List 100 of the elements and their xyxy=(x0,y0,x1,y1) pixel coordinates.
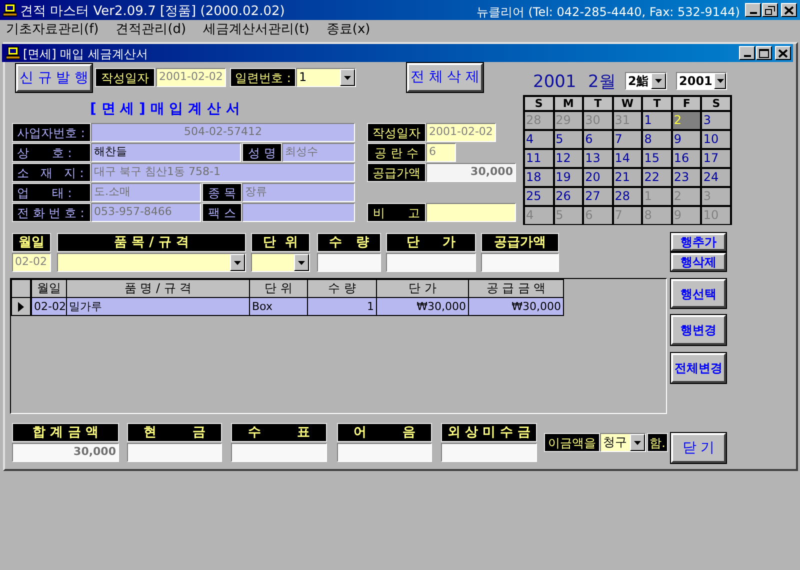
calendar-day[interactable]: 19 xyxy=(554,169,582,186)
month-select[interactable]: 2鮨 xyxy=(625,72,667,90)
calendar-day[interactable]: 4 xyxy=(525,131,553,148)
input-field[interactable] xyxy=(337,443,432,462)
close-icon xyxy=(784,6,794,14)
serial-number-select[interactable]: 1 xyxy=(296,68,356,87)
weekday-header: T xyxy=(643,97,671,110)
field-label: 이금액을 xyxy=(544,433,600,452)
item-select[interactable] xyxy=(57,253,246,272)
menu-item[interactable]: 견적관리(d) xyxy=(116,20,186,40)
row-action-button[interactable]: 행삭제 xyxy=(671,253,726,271)
restore-button[interactable] xyxy=(762,3,778,17)
table-cell: 02-02 xyxy=(31,297,67,316)
field-label: 작성일자 xyxy=(367,123,426,142)
input-field[interactable]: 해찬들 xyxy=(91,143,241,162)
menu-item[interactable]: 종료(x) xyxy=(326,20,370,40)
calendar-day[interactable]: 28 xyxy=(614,188,642,205)
maximize-button[interactable] xyxy=(756,46,772,60)
input-field[interactable] xyxy=(127,443,222,462)
date-field[interactable]: 2001-02-02 xyxy=(156,68,226,87)
input-field[interactable]: 02-02 xyxy=(12,253,51,272)
calendar-day[interactable]: 10 xyxy=(702,131,730,148)
close-form-button[interactable]: 닫 기 xyxy=(671,433,726,463)
calendar-day[interactable]: 22 xyxy=(643,169,671,186)
column-header: 품 목 / 규 격 xyxy=(57,233,246,252)
calendar-year: 2001 xyxy=(533,71,576,94)
row-action-button[interactable]: 전체변경 xyxy=(671,353,726,383)
calendar-day[interactable]: 26 xyxy=(554,188,582,205)
input-field[interactable]: 2001-02-02 xyxy=(426,123,496,142)
input-field[interactable] xyxy=(386,253,476,272)
calendar-day[interactable]: 17 xyxy=(702,150,730,167)
row-action-button[interactable]: 행변경 xyxy=(671,315,726,345)
input-field[interactable]: 6 xyxy=(426,143,456,162)
form-heading: [ 면 세 ] 매 입 계 산 서 xyxy=(90,100,240,119)
row-indicator[interactable] xyxy=(11,297,31,316)
new-issue-button[interactable]: 신 규 발 행 xyxy=(16,64,92,92)
window-title: 견적 마스터 Ver2.09.7 [정품] (2000.02.02) xyxy=(20,3,285,21)
column-header: 공급가액 xyxy=(481,233,559,252)
calendar-day[interactable]: 5 xyxy=(554,131,582,148)
weekday-header: W xyxy=(614,97,642,110)
calendar-day[interactable]: 24 xyxy=(702,169,730,186)
close-icon xyxy=(778,48,788,58)
restore-icon xyxy=(765,6,775,14)
input-field[interactable]: 30,000 xyxy=(426,163,516,182)
close-button[interactable] xyxy=(775,46,791,60)
input-field[interactable] xyxy=(231,443,327,462)
combo-value: 2001 xyxy=(678,73,714,89)
close-button[interactable] xyxy=(781,3,797,17)
field-label: 성 명 xyxy=(242,143,282,162)
field-label: 상 호 : xyxy=(12,143,91,162)
input-field[interactable] xyxy=(317,253,381,272)
field-label: 사업자번호 : xyxy=(12,123,91,142)
field-label: 팩 스 xyxy=(202,203,242,222)
column-header: 품 명 / 규 격 xyxy=(66,279,250,298)
calendar-day[interactable]: 23 xyxy=(672,169,700,186)
calendar-day[interactable]: 9 xyxy=(672,131,700,148)
delete-all-button[interactable]: 전 체 삭 제 xyxy=(407,63,483,92)
calendar-month: 2월 xyxy=(588,71,616,94)
calendar-day[interactable]: 11 xyxy=(525,150,553,167)
input-field[interactable] xyxy=(242,203,355,222)
menu-item[interactable]: 기초자료관리(f) xyxy=(6,20,99,40)
calendar-day[interactable]: 25 xyxy=(525,188,553,205)
calendar-day[interactable]: 27 xyxy=(584,188,612,205)
field-label: 비 고 xyxy=(367,203,426,222)
total-label: 수 표 xyxy=(231,423,327,442)
input-field[interactable] xyxy=(426,203,516,222)
column-header: 공 급 금 액 xyxy=(468,279,564,298)
calendar-day[interactable]: 7 xyxy=(614,131,642,148)
row-action-button[interactable]: 행추가 xyxy=(671,233,726,251)
weekday-header: F xyxy=(672,97,700,110)
minimize-icon xyxy=(744,55,750,57)
row-action-button[interactable]: 행선택 xyxy=(671,279,726,308)
weekday-header: S xyxy=(525,97,553,110)
menu-item[interactable]: 세금계산서관리(t) xyxy=(203,20,310,40)
input-field[interactable] xyxy=(481,253,559,272)
calendar-day[interactable]: 16 xyxy=(672,150,700,167)
claim-select[interactable]: 청구 xyxy=(600,433,646,452)
calendar-day[interactable]: 2 xyxy=(672,112,700,129)
calendar-day[interactable]: 13 xyxy=(584,150,612,167)
minimize-button[interactable] xyxy=(745,3,761,17)
year-select[interactable]: 2001 xyxy=(676,72,727,90)
calendar-day[interactable]: 1 xyxy=(643,112,671,129)
unit-select[interactable] xyxy=(251,253,310,272)
calendar-day[interactable]: 20 xyxy=(584,169,612,186)
maximize-icon xyxy=(759,48,769,58)
calendar-day[interactable]: 15 xyxy=(643,150,671,167)
calendar-day[interactable]: 3 xyxy=(702,112,730,129)
input-field[interactable] xyxy=(441,443,537,462)
calendar-day[interactable]: 14 xyxy=(614,150,642,167)
combo-value: 2鮨 xyxy=(627,73,650,89)
combo-value: 청구 xyxy=(602,434,628,451)
calendar-day[interactable]: 18 xyxy=(525,169,553,186)
monitor-icon xyxy=(3,3,17,17)
minimize-button[interactable] xyxy=(739,46,755,60)
calendar-day[interactable]: 6 xyxy=(584,131,612,148)
weekday-header: S xyxy=(702,97,730,110)
calendar-day[interactable]: 21 xyxy=(614,169,642,186)
calendar-day[interactable]: 12 xyxy=(554,150,582,167)
input-field[interactable]: 30,000 xyxy=(12,443,119,462)
calendar-day[interactable]: 8 xyxy=(643,131,671,148)
